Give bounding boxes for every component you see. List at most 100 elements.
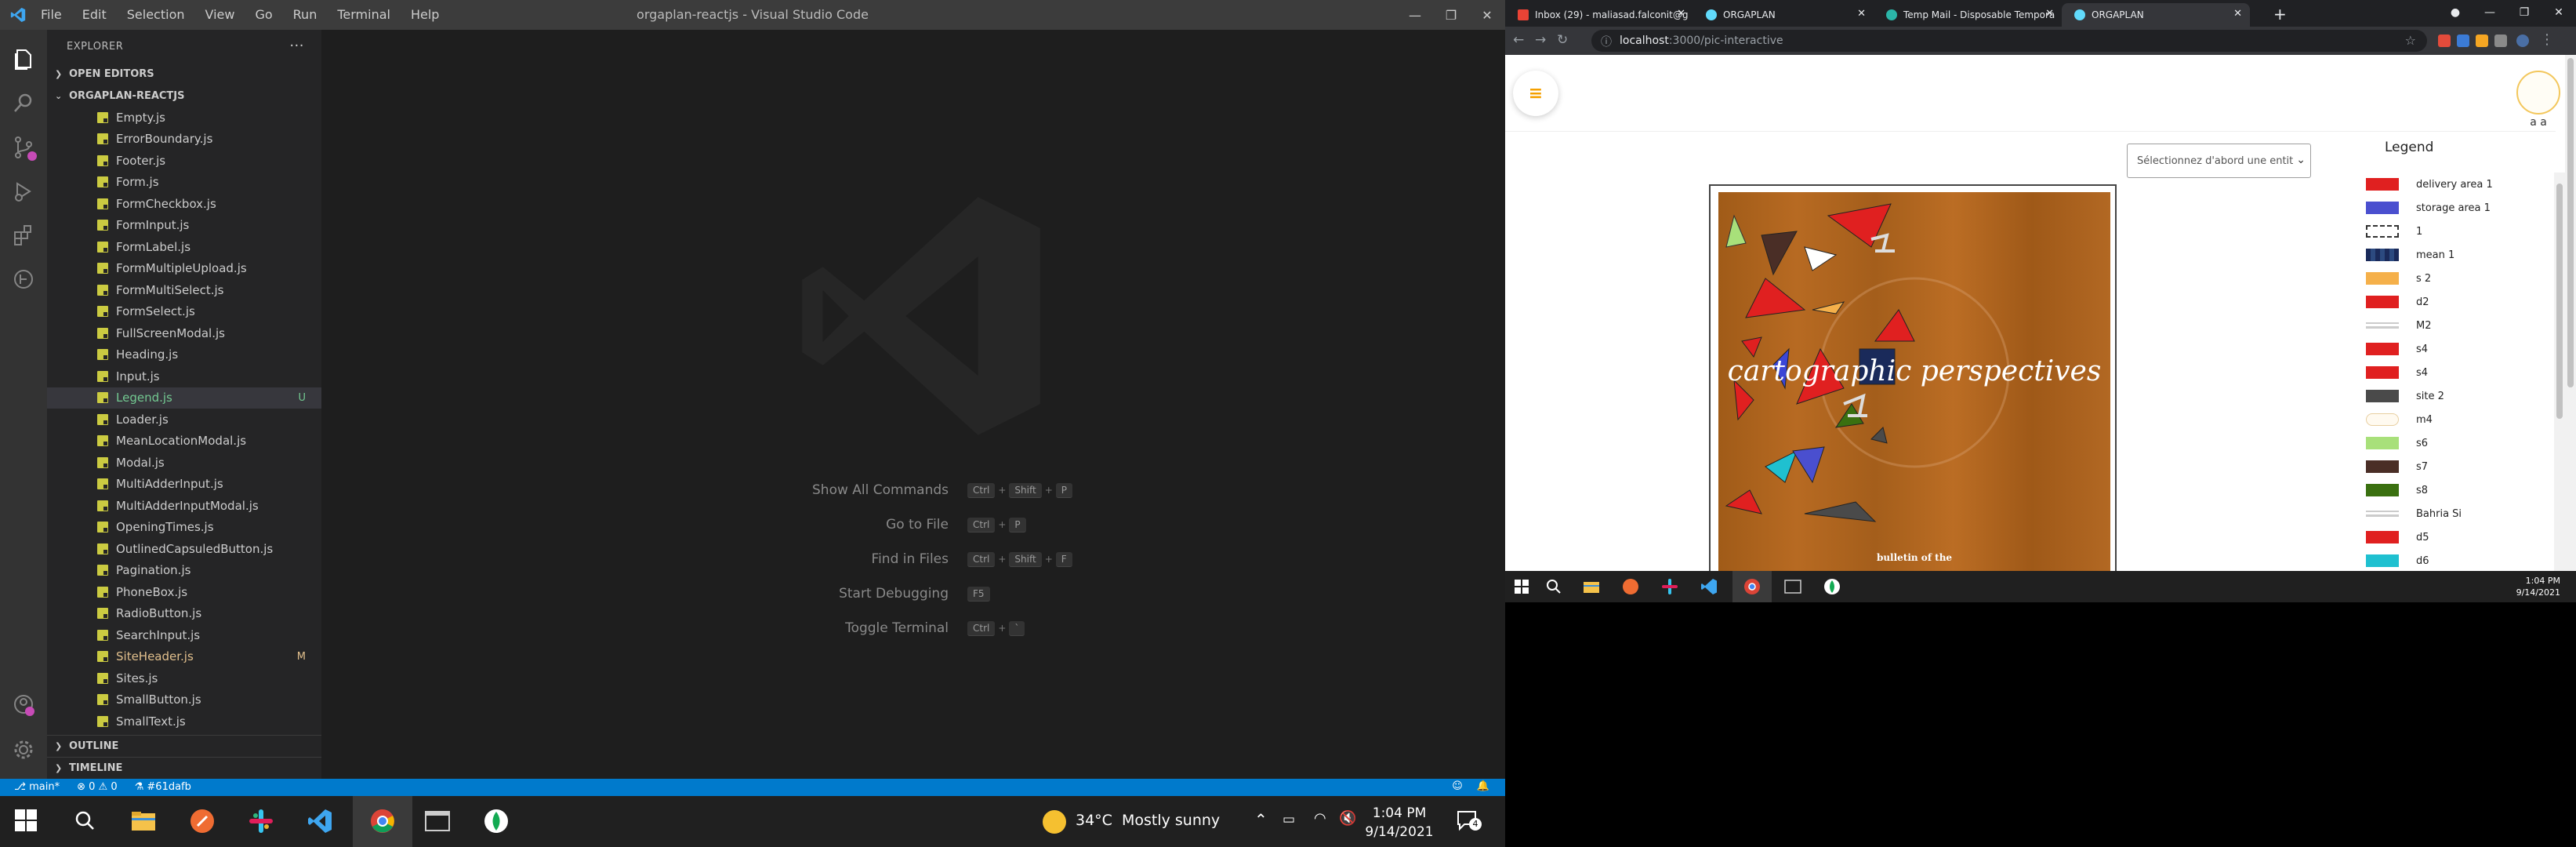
file-item[interactable]: MeanLocationModal.js (47, 431, 321, 453)
address-bar[interactable]: ⓘ localhost:3000/pic-interactive ☆ (1591, 30, 2427, 52)
notification-center-icon[interactable]: 4 (1457, 810, 1482, 832)
map-shape-d2[interactable] (1827, 203, 1892, 248)
legend-item[interactable]: 1 (2366, 220, 2546, 243)
hamburger-menu-button[interactable]: ≡ (1513, 71, 1558, 116)
tab-close-icon[interactable]: ✕ (1677, 8, 1685, 20)
file-explorer-icon[interactable] (129, 807, 158, 835)
feedback-icon[interactable]: ☺ (1452, 780, 1463, 792)
file-item[interactable]: Empty.js (47, 107, 321, 129)
tab-close-icon[interactable]: ✕ (1857, 8, 1866, 20)
tab-orgaplan-1[interactable]: ORGAPLAN ✕ (1693, 3, 1874, 27)
crane-m2-icon[interactable] (1870, 233, 1895, 253)
file-item[interactable]: Pagination.js (47, 560, 321, 582)
volume-mute-icon[interactable]: 🔇 (1339, 810, 1356, 827)
legend-item[interactable]: site 2 (2366, 384, 2546, 408)
file-item[interactable]: Heading.js (47, 344, 321, 366)
problems-status[interactable]: ⊗ 0 ⚠ 0 (77, 781, 118, 793)
legend-item[interactable]: d5 (2366, 525, 2546, 549)
file-item[interactable]: RadioButton.js (47, 603, 321, 625)
slack-icon[interactable] (1660, 577, 1679, 596)
file-item[interactable]: FullScreenModal.js (47, 322, 321, 344)
file-item[interactable]: OpeningTimes.js (47, 517, 321, 539)
entity-select[interactable]: Sélectionnez d'abord une entit ⌄ (2127, 144, 2311, 178)
page-scroll-thumb[interactable] (2567, 58, 2574, 387)
terminal-taskbar-icon[interactable] (1783, 577, 1802, 596)
accounts-icon[interactable] (9, 690, 38, 718)
tab-gmail[interactable]: Inbox (29) - maliasad.falconit@g ✕ (1505, 3, 1693, 27)
file-item[interactable]: PhoneBox.js (47, 581, 321, 603)
taskbar-clock[interactable]: 1:04 PM 9/14/2021 (1360, 804, 1439, 842)
file-explorer-icon[interactable] (1582, 577, 1601, 596)
file-item[interactable]: Sites.js (47, 667, 321, 689)
run-debug-icon[interactable] (9, 177, 38, 205)
legend-item[interactable]: d6 (2366, 549, 2546, 571)
battery-icon[interactable]: ▭ (1283, 812, 1295, 827)
close-icon[interactable]: ✕ (1469, 0, 1505, 30)
user-avatar[interactable] (2516, 71, 2560, 115)
taskbar-clock[interactable]: 1:04 PM 9/14/2021 (2516, 575, 2560, 598)
legend-item[interactable]: d2 (2366, 290, 2546, 314)
legend-item[interactable]: delivery area 1 (2366, 173, 2546, 196)
map-shape-red-bottom[interactable] (1725, 489, 1762, 514)
file-item[interactable]: Input.js (47, 365, 321, 387)
map-shape-d6[interactable] (1741, 336, 1762, 358)
file-item[interactable]: Legend.js U (47, 387, 321, 409)
forward-icon[interactable]: → (1535, 32, 1546, 48)
extension-3-icon[interactable] (2476, 35, 2488, 47)
site-info-icon[interactable]: ⓘ (1601, 34, 1612, 49)
restore-icon[interactable]: ❐ (2507, 0, 2542, 25)
file-item[interactable]: Form.js (47, 172, 321, 194)
chrome-taskbar-icon[interactable] (368, 807, 397, 835)
postman-icon[interactable] (1621, 577, 1640, 596)
profile-avatar-icon[interactable] (2516, 35, 2529, 47)
postman-icon[interactable] (188, 807, 216, 835)
map-shape-1[interactable] (1804, 246, 1838, 271)
file-item[interactable]: SmallText.js (47, 711, 321, 732)
extensions-icon[interactable] (9, 221, 38, 249)
legend-item[interactable]: s 2 (2366, 267, 2546, 290)
back-icon[interactable]: ← (1513, 32, 1524, 48)
chrome-taskbar-icon[interactable] (1743, 577, 1761, 596)
map-shape-s7[interactable] (1761, 231, 1798, 276)
file-item[interactable]: SearchInput.js (47, 624, 321, 646)
chrome-menu-icon[interactable]: ⋮ (2540, 31, 2554, 48)
file-item[interactable]: MultiAdderInput.js (47, 474, 321, 496)
wifi-icon[interactable]: ◠ (1314, 810, 1326, 827)
windows-start-icon[interactable] (1515, 580, 1529, 594)
file-item[interactable]: FormSelect.js (47, 301, 321, 323)
map-shape-cyan[interactable] (1765, 449, 1798, 483)
slack-icon[interactable] (247, 807, 275, 835)
extensions-puzzle-icon[interactable] (2494, 35, 2507, 47)
close-icon[interactable]: ✕ (2542, 0, 2576, 25)
file-item[interactable]: Modal.js (47, 452, 321, 474)
map-shape-blue[interactable] (1792, 446, 1825, 484)
legend-item[interactable]: storage area 1 (2366, 196, 2546, 220)
source-control-icon[interactable] (9, 133, 38, 162)
profile-circle-icon[interactable]: ● (2438, 0, 2473, 25)
extension-2-icon[interactable] (2457, 35, 2469, 47)
outline-section[interactable]: ❯ OUTLINE (47, 735, 321, 757)
file-item[interactable]: FormLabel.js (47, 236, 321, 258)
tab-close-icon[interactable]: ✕ (2233, 8, 2242, 20)
taskbar-search-icon[interactable] (1544, 577, 1563, 596)
bookmark-star-icon[interactable]: ☆ (2405, 33, 2416, 48)
terminal-taskbar-icon[interactable] (423, 807, 452, 835)
more-actions-icon[interactable]: ··· (289, 38, 304, 54)
extension-1-icon[interactable] (2438, 35, 2451, 47)
map-shape-s2[interactable] (1812, 301, 1845, 314)
explorer-icon[interactable] (9, 45, 38, 74)
taskbar-search-icon[interactable] (71, 807, 99, 835)
interactive-plan-map[interactable]: cartographic perspectives bulletin of th… (1709, 184, 2117, 571)
legend-item[interactable]: s8 (2366, 478, 2546, 502)
legend-scrollbar[interactable] (2554, 173, 2565, 571)
search-icon[interactable] (9, 89, 38, 118)
color-status[interactable]: ⚗ #61dafb (135, 781, 191, 793)
notifications-bell-icon[interactable]: 🔔 (1477, 780, 1489, 792)
file-item[interactable]: Footer.js (47, 150, 321, 172)
file-item[interactable]: Loader.js (47, 409, 321, 431)
minimize-icon[interactable]: — (1397, 0, 1433, 30)
map-shape-s6[interactable] (1725, 214, 1747, 248)
windows-start-icon[interactable] (14, 809, 38, 832)
file-item[interactable]: ErrorBoundary.js (47, 129, 321, 151)
map-shape-grey[interactable] (1804, 501, 1877, 522)
